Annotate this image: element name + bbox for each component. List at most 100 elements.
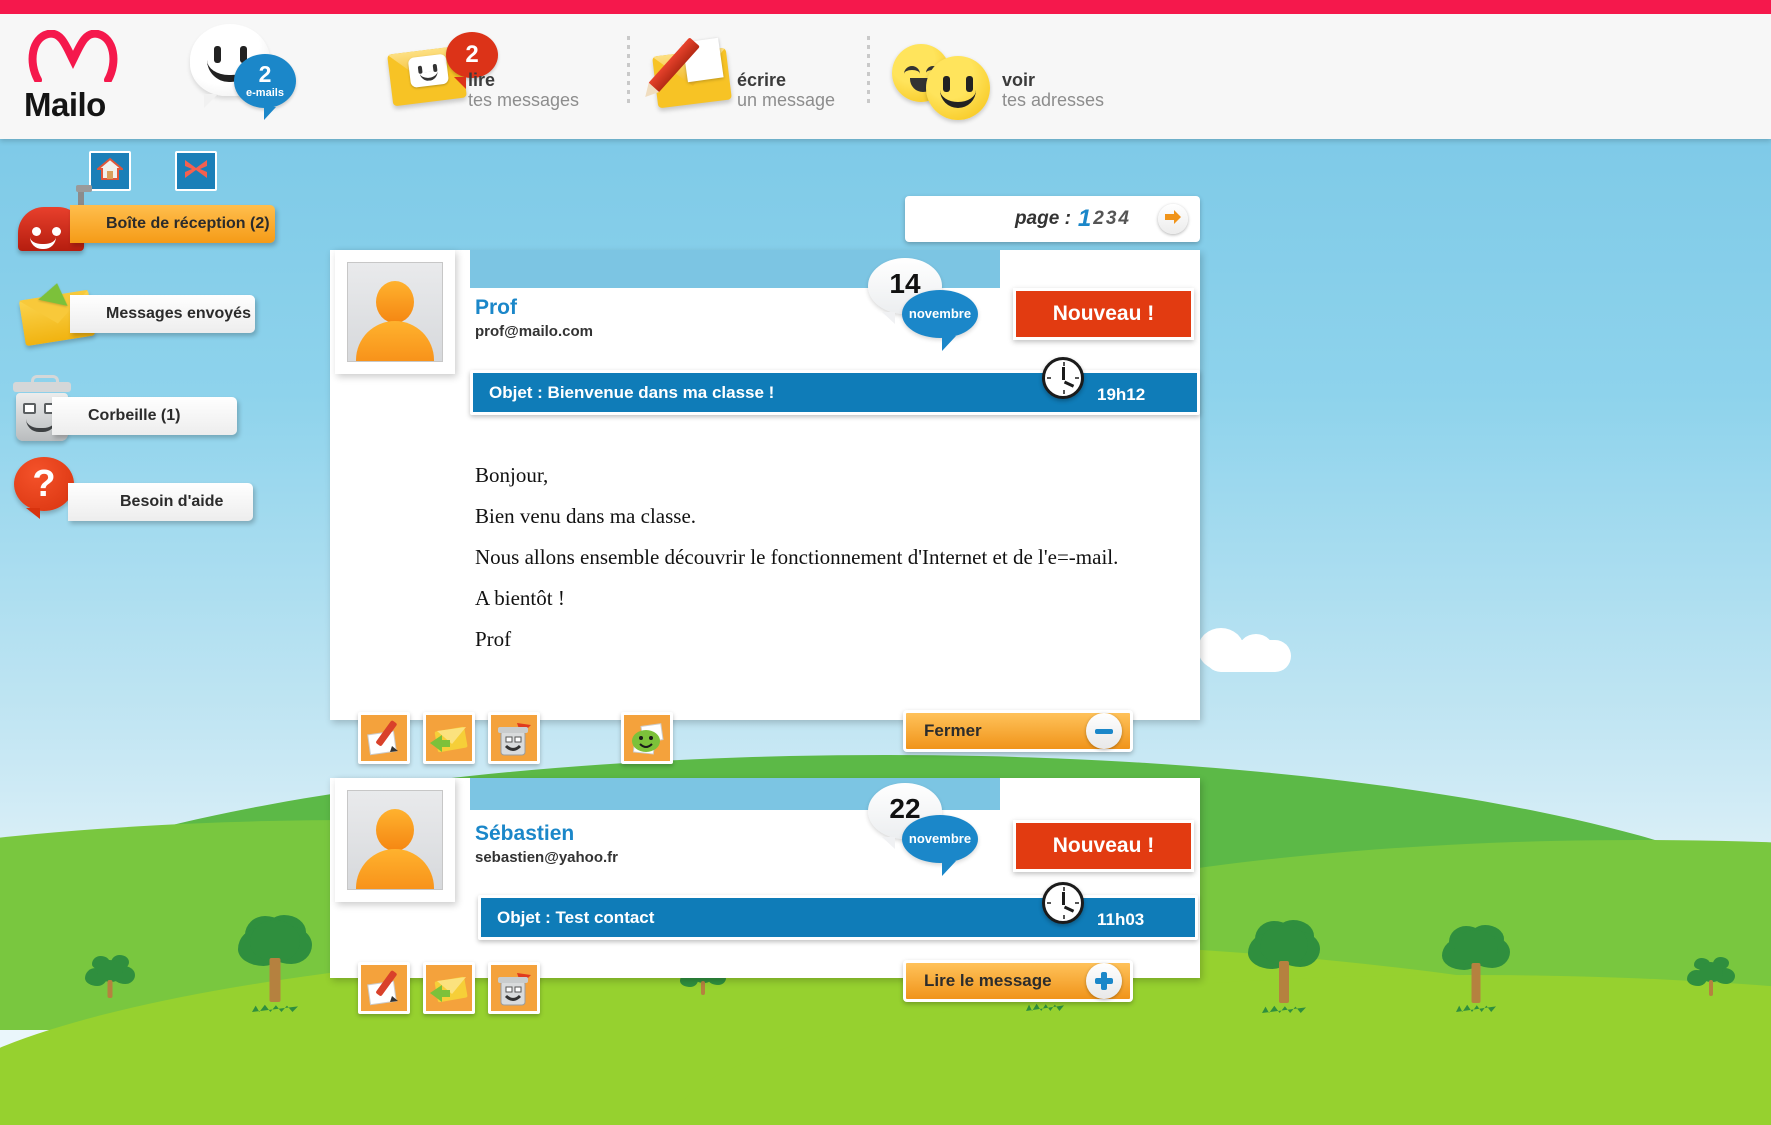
message-1-time: 19h12 [1097, 385, 1146, 404]
nav-adresses-line2: tes adresses [1002, 90, 1105, 110]
message-1-reply-button[interactable] [358, 712, 410, 764]
trash-icon [491, 973, 537, 1015]
page-4[interactable]: 4 [1117, 208, 1130, 230]
nav-ecrire-line2: un message [737, 90, 836, 110]
message-2-sender-name: Sébastien [475, 822, 575, 845]
contacts-face-front-icon [926, 56, 990, 120]
reply-pencil-icon [361, 720, 407, 765]
attachment-icon [624, 723, 670, 765]
cloud-puff-b [1238, 634, 1274, 668]
message-2-clock-icon [1042, 882, 1084, 924]
message-2-sender-email: sebastien@yahoo.fr [475, 849, 618, 866]
message-1-toggle-label: Fermer [924, 721, 982, 740]
app-logo[interactable]: Mailo [22, 29, 132, 125]
message-2-time: 11h03 [1097, 910, 1145, 929]
message-2-status-badge: Nouveau ! [1013, 820, 1194, 872]
message-1-body-line-5: Prof [475, 627, 512, 651]
message-1-attachment-button[interactable] [621, 712, 673, 764]
page-3[interactable]: 3 [1105, 208, 1118, 230]
nav-item-ecrire[interactable]: écrire un message [648, 20, 885, 125]
message-1-month: novembre [902, 290, 978, 351]
sidebar-item-label-sent: Messages envoyés [106, 305, 251, 322]
arrow-right-icon [1163, 208, 1183, 231]
message-1-subject: Objet : Bienvenue dans ma classe ! [489, 382, 775, 402]
sidebar-item-help[interactable]: ? Besoin d'aide [6, 457, 276, 521]
nav-item-lire[interactable]: 2 lire tes messages [387, 20, 620, 125]
message-2-subject-bar[interactable]: Objet : Test contact [478, 895, 1198, 940]
sidebar-item-label-inbox: Boîte de réception (2) [106, 215, 270, 232]
tree-medium-right-2 [1245, 925, 1323, 1013]
plus-icon [1086, 963, 1122, 999]
sidebar-help-tab[interactable]: Besoin d'aide [68, 483, 253, 521]
message-1-body-line-4: A bientôt ! [475, 586, 565, 610]
nav-lire-line2: tes messages [468, 90, 580, 110]
message-2-forward-button[interactable] [423, 962, 475, 1014]
message-2-sender: Sébastien sebastien@yahoo.fr [475, 822, 618, 866]
message-1-sender-email: prof@mailo.com [475, 323, 593, 340]
message-1-avatar [335, 250, 455, 374]
home-button[interactable] [89, 151, 131, 191]
emails-count-bubble: 2 e-mails [234, 54, 296, 120]
message-1-sender: Prof prof@mailo.com [475, 296, 593, 340]
forward-envelope-icon [426, 726, 472, 765]
message-1-status-badge: Nouveau ! [1013, 288, 1194, 340]
sidebar-item-sent[interactable]: Messages envoyés [8, 280, 278, 347]
message-2-subject: Objet : Test contact [497, 907, 655, 927]
message-1-actions [358, 712, 673, 764]
message-1-toggle-button[interactable]: Fermer [903, 710, 1133, 752]
top-header-bar: Mailo 2 e-mails 2 lire tes messages écri… [0, 0, 1771, 139]
message-1-subject-bar[interactable]: Objet : Bienvenue dans ma classe ! [470, 370, 1200, 415]
message-1-clock-icon [1042, 357, 1084, 399]
message-2-avatar [335, 778, 455, 902]
minus-icon [1086, 713, 1122, 749]
sidebar-trash-tab[interactable]: Corbeille (1) [52, 397, 237, 435]
emails-label: e-mails [246, 87, 284, 99]
close-button[interactable] [175, 151, 217, 191]
nav-lire-line1: lire [468, 70, 496, 90]
message-2-reply-button[interactable] [358, 962, 410, 1014]
mailo-m-icon [28, 29, 120, 87]
sidebar-item-label-help: Besoin d'aide [120, 493, 224, 510]
message-1-sender-name: Prof [475, 296, 517, 319]
message-2-toggle-button[interactable]: Lire le message [903, 960, 1133, 1002]
message-1-body-line-2: Bien venu dans ma classe. [475, 504, 697, 528]
message-2-month: novembre [902, 815, 978, 876]
nav-adresses-line1: voir [1002, 70, 1036, 90]
brand-name: Mailo [24, 86, 106, 123]
forward-envelope-icon [426, 976, 472, 1015]
message-1-forward-button[interactable] [423, 712, 475, 764]
message-1-body-line-3: Nous allons ensemble découvrir le foncti… [475, 545, 1119, 569]
page-2[interactable]: 2 [1092, 208, 1105, 230]
sidebar-item-trash[interactable]: Corbeille (1) [0, 375, 270, 441]
tree-medium-far-right [1440, 930, 1512, 1014]
message-1-delete-button[interactable] [488, 712, 540, 764]
emails-count: 2 [258, 61, 272, 87]
nav-emails-counter[interactable]: 2 e-mails [190, 16, 320, 121]
home-icon [95, 157, 125, 186]
page-1[interactable]: 1 [1077, 205, 1092, 233]
tree-medium-left [235, 920, 315, 1012]
message-2-actions [358, 962, 540, 1014]
nav-separator-1 [627, 36, 630, 108]
nav-item-adresses[interactable]: voir tes adresses [892, 20, 1132, 125]
message-2-delete-button[interactable] [488, 962, 540, 1014]
tree-small-far-right [1690, 962, 1732, 1004]
sidebar-item-inbox[interactable]: Boîte de réception (2) [8, 185, 278, 253]
message-1-body-text: Bonjour, Bien venu dans ma classe. Nous … [475, 455, 1165, 660]
tree-small-left [88, 960, 132, 1004]
trash-icon [491, 723, 537, 765]
question-mark-icon: ? [14, 457, 74, 519]
reply-pencil-icon [361, 970, 407, 1015]
brand-stripe [0, 0, 1771, 14]
sidebar-inbox-tab[interactable]: Boîte de réception (2) [70, 205, 275, 243]
sidebar-item-label-trash: Corbeille (1) [88, 407, 181, 424]
pagination: page : 1 2 3 4 [905, 196, 1200, 242]
message-1-body-line-1: Bonjour, [475, 463, 549, 487]
next-page-button[interactable] [1158, 204, 1188, 234]
message-1-date-bubble: 14 novembre [868, 258, 978, 358]
close-x-icon [182, 157, 210, 186]
message-2-toggle-label: Lire le message [924, 971, 1052, 990]
sidebar-sent-tab[interactable]: Messages envoyés [70, 295, 255, 333]
pagination-label: page : [1014, 208, 1071, 229]
nav-ecrire-line1: écrire [737, 70, 787, 90]
